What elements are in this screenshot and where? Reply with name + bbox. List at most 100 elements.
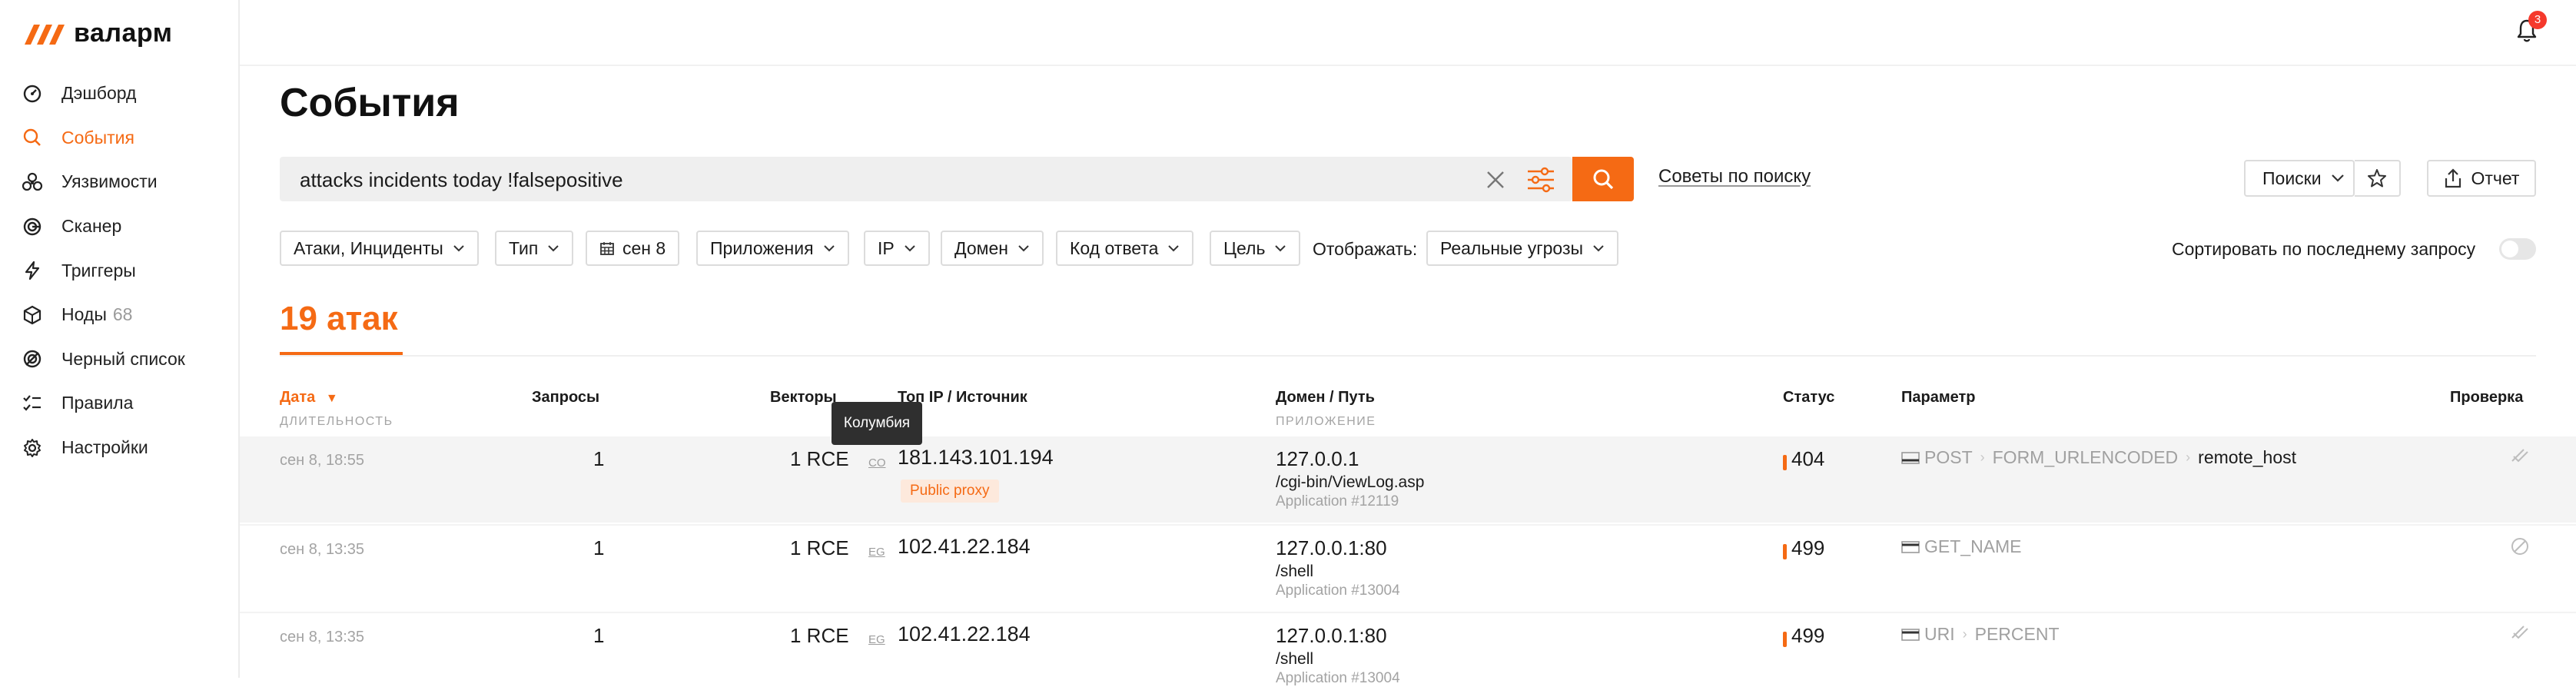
search-tips-link[interactable]: Советы по поиску	[1658, 166, 1811, 188]
public-proxy-badge: Public proxy	[901, 480, 999, 503]
sidebar-item-blacklist[interactable]: Черный список	[22, 337, 185, 382]
source-ip[interactable]: 102.41.22.184	[898, 622, 1031, 646]
sidebar-item-rules[interactable]: Правила	[22, 381, 185, 426]
sidebar-item-settings[interactable]: Настройки	[22, 426, 185, 470]
filter-label: Атаки, Инциденты	[294, 237, 443, 258]
status-code: 499	[1791, 536, 1825, 559]
sidebar-item-dashboard[interactable]: Дэшборд	[22, 71, 185, 116]
favorite-search-button[interactable]	[2355, 160, 2401, 197]
close-icon[interactable]	[1485, 169, 1506, 191]
search-icon	[22, 127, 43, 148]
search-icon	[1593, 169, 1614, 190]
blocked-icon[interactable]	[2510, 536, 2530, 556]
country-code[interactable]: EG	[868, 546, 885, 559]
country-code[interactable]: EG	[868, 633, 885, 646]
filter-applications[interactable]: Приложения	[696, 231, 849, 266]
table-row[interactable]: сен 8, 18:55 1 1 RCE CO 181.143.101.194 …	[240, 436, 2576, 523]
sort-toggle[interactable]	[2499, 238, 2536, 260]
event-vectors[interactable]: 1 RCE	[790, 624, 849, 648]
filter-label: Домен	[954, 237, 1008, 258]
filter-ip[interactable]: IP	[864, 231, 930, 266]
event-domain[interactable]: 127.0.0.1	[1276, 447, 1359, 471]
dashboard-icon	[22, 83, 43, 105]
event-path[interactable]: /cgi-bin/ViewLog.asp	[1276, 473, 1424, 492]
column-header-check[interactable]: Проверка	[2450, 389, 2523, 407]
event-path[interactable]: /shell	[1276, 650, 1313, 669]
search-button[interactable]	[1572, 157, 1634, 201]
parameter-path: GET_NAME	[1901, 536, 2022, 557]
country-code[interactable]: CO	[868, 456, 886, 470]
column-header-status[interactable]: Статус	[1783, 389, 1834, 407]
chevron-down-icon	[1593, 245, 1604, 252]
report-button[interactable]: Отчет	[2427, 160, 2536, 197]
source-ip[interactable]: 181.143.101.194	[898, 446, 1054, 470]
event-path[interactable]: /shell	[1276, 563, 1313, 581]
gear-icon	[22, 437, 43, 459]
parameter-part: FORM_URLENCODED	[1992, 447, 2179, 467]
filter-attack-type[interactable]: Атаки, Инциденты	[280, 231, 479, 266]
display-select[interactable]: Реальные угрозы	[1426, 231, 1619, 266]
column-header-date[interactable]: Дата ▼	[280, 389, 338, 407]
column-subheader-application: ПРИЛОЖЕНИЕ	[1276, 415, 1376, 428]
chevron-right-icon: ›	[2186, 450, 2191, 465]
scanner-icon	[22, 216, 43, 237]
verify-disabled-icon[interactable]	[2510, 624, 2530, 644]
status-cell: 499	[1783, 536, 1824, 560]
star-icon	[2368, 169, 2386, 188]
sidebar-item-vulnerabilities[interactable]: Уязвимости	[22, 160, 185, 204]
column-header-domain[interactable]: Домен / Путь	[1276, 389, 1375, 407]
search-input[interactable]	[298, 157, 1454, 203]
column-subheader-duration: ДЛИТЕЛЬНОСТЬ	[280, 415, 393, 428]
saved-searches-button[interactable]: Поиски	[2244, 160, 2355, 197]
filter-target[interactable]: Цель	[1210, 231, 1301, 266]
biohazard-icon	[22, 171, 43, 193]
status-indicator	[1783, 454, 1787, 470]
parameter-part: GET_NAME	[1924, 536, 2022, 556]
lightning-icon	[22, 260, 43, 281]
filter-settings-icon[interactable]	[1526, 166, 1555, 194]
column-header-vectors[interactable]: Векторы	[770, 389, 837, 407]
logo[interactable]: валарм	[23, 18, 172, 48]
chevron-down-icon	[453, 245, 464, 252]
event-application: Application #13004	[1276, 582, 1400, 599]
chevron-down-icon	[905, 245, 915, 252]
sidebar-item-label: Уязвимости	[61, 171, 158, 192]
top-bar: 3	[240, 0, 2576, 66]
table-row[interactable]: сен 8, 13:35 1 1 RCE EG 102.41.22.184 12…	[240, 612, 2576, 686]
sidebar-item-label: Настройки	[61, 437, 148, 458]
calendar-icon	[600, 242, 614, 255]
form-icon	[1901, 451, 1920, 464]
filter-response-code[interactable]: Код ответа	[1056, 231, 1194, 266]
filter-label: Код ответа	[1070, 237, 1159, 258]
event-date: сен 8, 18:55	[280, 452, 365, 469]
table-row[interactable]: сен 8, 13:35 1 1 RCE EG 102.41.22.184 12…	[240, 524, 2576, 612]
header-label: Дата	[280, 389, 316, 406]
filter-type[interactable]: Тип	[495, 231, 574, 266]
event-requests: 1	[593, 536, 605, 559]
filter-label: IP	[878, 237, 895, 258]
sidebar-item-label: Ноды	[61, 304, 107, 325]
event-vectors[interactable]: 1 RCE	[790, 536, 849, 560]
column-header-requests[interactable]: Запросы	[532, 389, 599, 407]
column-header-parameter[interactable]: Параметр	[1901, 389, 1976, 407]
sidebar-item-label: Черный список	[61, 348, 185, 369]
sidebar-item-triggers[interactable]: Триггеры	[22, 248, 185, 293]
filter-date[interactable]: сен 8	[586, 231, 680, 266]
sidebar-item-events[interactable]: События	[22, 116, 185, 161]
filter-domain[interactable]: Домен	[941, 231, 1044, 266]
sidebar-item-nodes[interactable]: Ноды 68	[22, 293, 185, 337]
display-value: Реальные угрозы	[1440, 237, 1584, 258]
attacks-count-tab[interactable]: 19 атак	[280, 300, 398, 338]
source-ip[interactable]: 102.41.22.184	[898, 535, 1031, 559]
filter-label: Цель	[1223, 237, 1266, 258]
sidebar-item-scanner[interactable]: Сканер	[22, 204, 185, 249]
status-indicator	[1783, 631, 1787, 647]
event-domain[interactable]: 127.0.0.1:80	[1276, 624, 1387, 648]
chevron-down-icon	[823, 245, 835, 252]
event-domain[interactable]: 127.0.0.1:80	[1276, 536, 1387, 560]
event-vectors[interactable]: 1 RCE	[790, 447, 849, 471]
verify-disabled-icon[interactable]	[2510, 447, 2530, 467]
tab-divider	[280, 355, 2536, 357]
report-label: Отчет	[2471, 168, 2520, 188]
sort-desc-icon: ▼	[325, 392, 338, 405]
